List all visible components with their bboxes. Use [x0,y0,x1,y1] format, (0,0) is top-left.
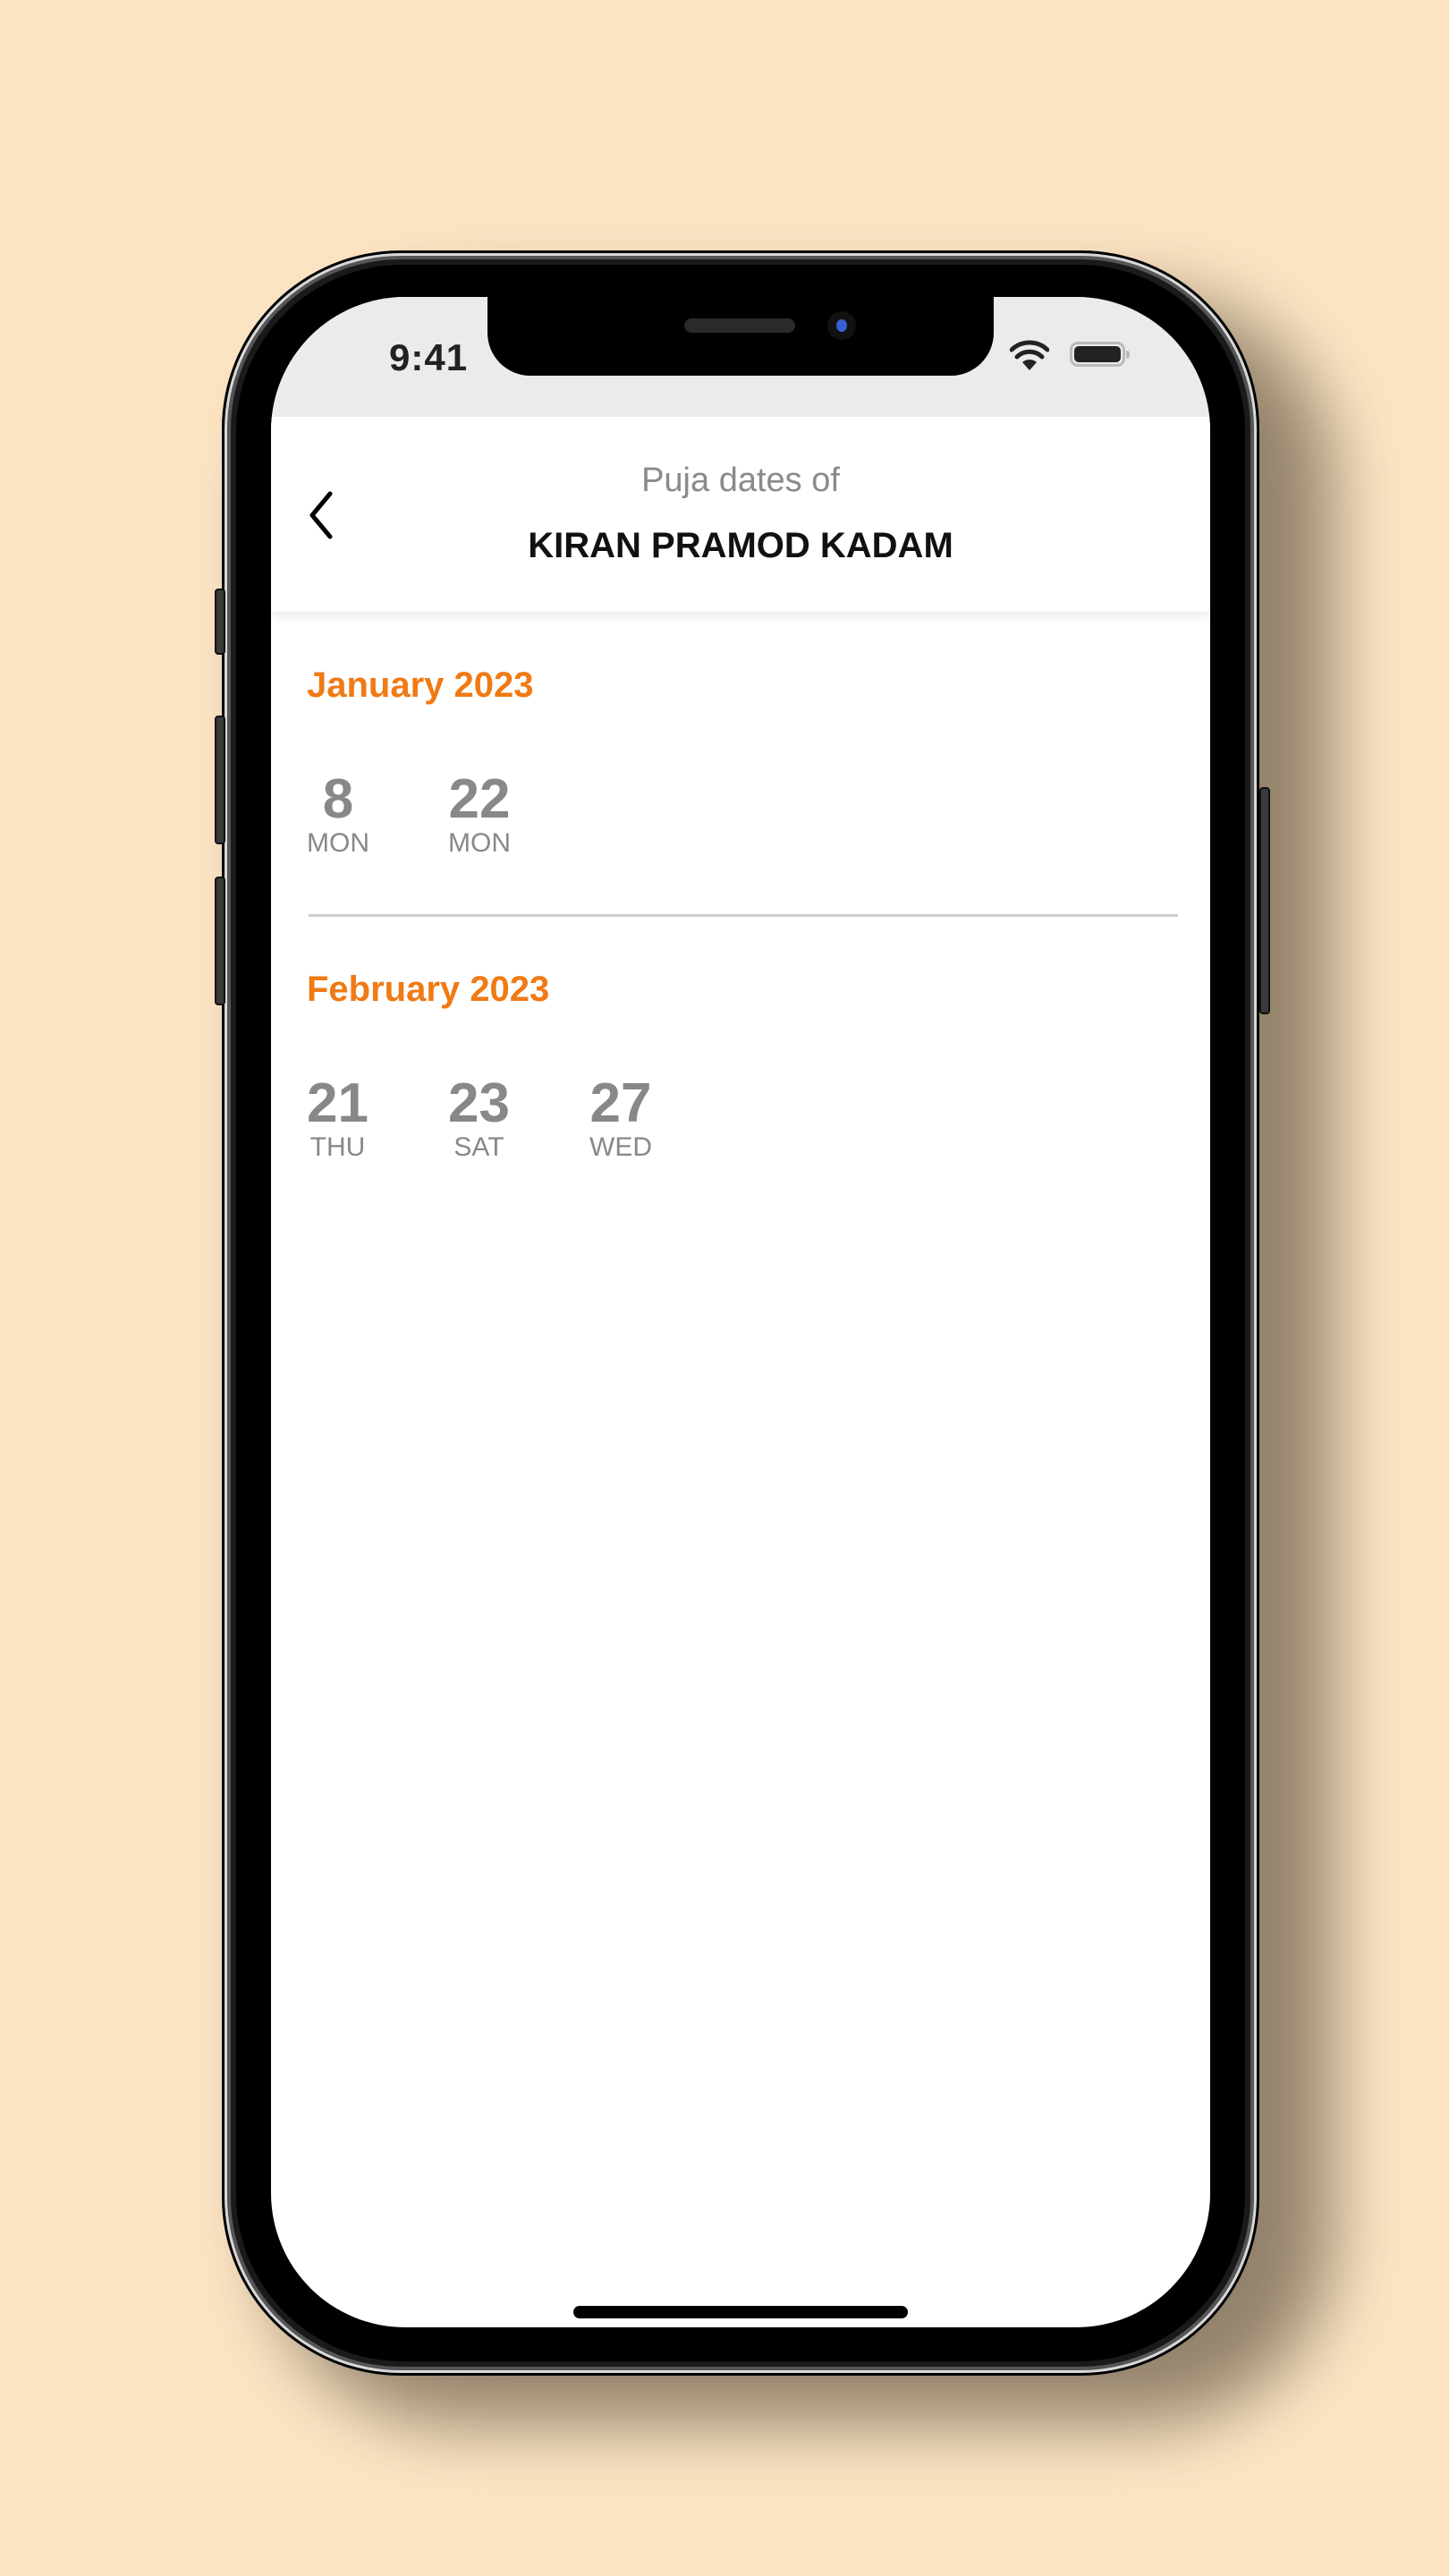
status-bar: 9:41 [271,297,1210,417]
month-heading: January 2023 [307,665,534,705]
date-weekday: MON [307,828,369,858]
date-day: 22 [448,768,511,830]
date-item[interactable]: 23 SAT [448,1075,589,1163]
month-heading: February 2023 [307,970,550,1009]
date-day: 8 [322,768,354,830]
date-weekday: WED [589,1132,652,1162]
date-day: 27 [589,1072,652,1134]
date-item[interactable]: 22 MON [448,771,589,859]
volume-down-button [215,877,225,1005]
date-item[interactable]: 21 THU [307,1075,448,1163]
date-item[interactable]: 8 MON [307,771,448,859]
date-weekday: MON [448,828,511,858]
notch [487,297,994,376]
date-list: 21 THU 23 SAT 27 WED [307,1075,731,1163]
date-item[interactable]: 27 WED [589,1075,731,1163]
screen: 9:41 Puja dates of KIRAN PRAMOD KADAM Ja… [271,297,1210,2327]
volume-up-button [215,716,225,844]
nav-header: Puja dates of KIRAN PRAMOD KADAM [271,417,1210,612]
date-weekday: SAT [453,1132,504,1162]
power-button [1259,787,1270,1014]
mute-switch [215,589,225,655]
home-indicator[interactable] [573,2306,908,2318]
speaker-grille [684,318,795,333]
page-title: KIRAN PRAMOD KADAM [528,526,953,565]
status-time: 9:41 [389,336,469,378]
date-day: 21 [307,1072,369,1134]
wifi-icon [1010,340,1049,370]
date-weekday: THU [309,1132,366,1162]
section-divider [309,914,1178,917]
battery-icon [1070,342,1130,367]
header-subtitle: Puja dates of [641,462,840,499]
front-camera [827,311,856,340]
date-day: 23 [448,1072,510,1134]
date-list: 8 MON 22 MON [307,771,589,859]
